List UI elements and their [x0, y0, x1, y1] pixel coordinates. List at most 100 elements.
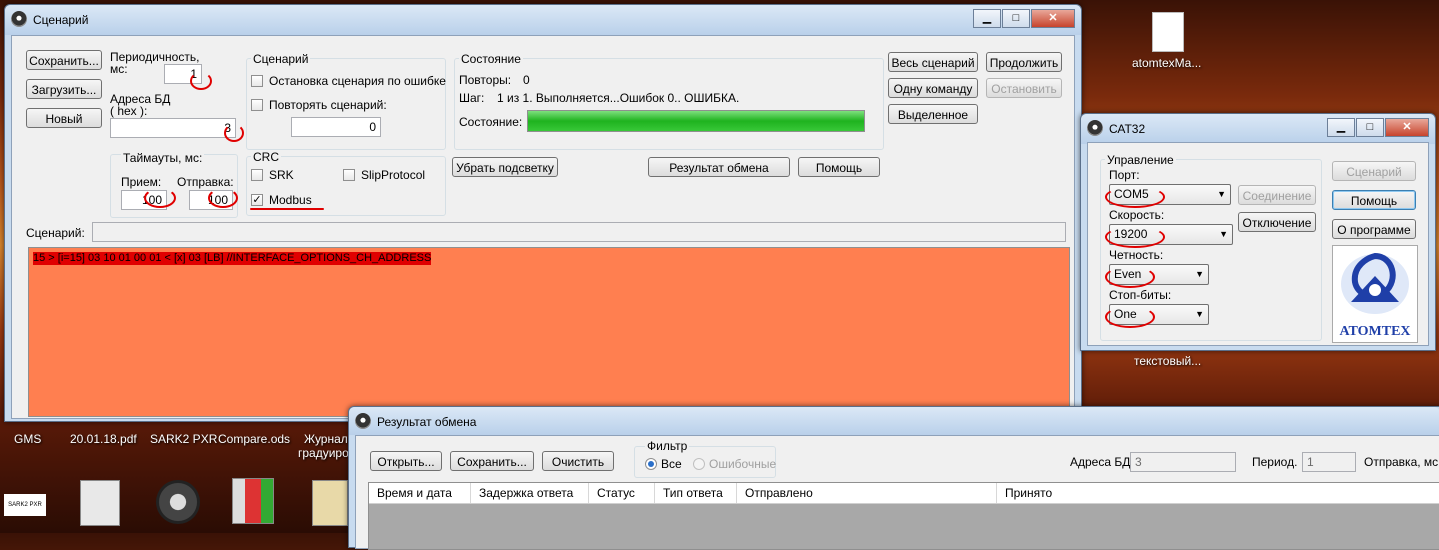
modbus-checkbox[interactable]: ✓ — [251, 194, 263, 206]
exchange-result-button[interactable]: Результат обмена — [648, 157, 790, 177]
scenario-titlebar[interactable]: Сценарий ▁ □ ✕ — [5, 5, 1081, 35]
result-save-button[interactable]: Сохранить... — [450, 451, 534, 471]
annotation-mark — [144, 188, 176, 208]
result-db-input[interactable]: 3 — [1130, 452, 1236, 472]
sat-help-button[interactable]: Помощь — [1332, 190, 1416, 210]
state-progress-bar — [527, 110, 865, 132]
annotation-mark — [208, 188, 238, 208]
repeat-input[interactable]: 0 — [291, 117, 381, 137]
logo-text: ATOMTEX — [1339, 324, 1411, 339]
modbus-label: Modbus — [269, 193, 312, 207]
help-button[interactable]: Помощь — [798, 157, 880, 177]
maximize-button[interactable]: □ — [1002, 9, 1030, 28]
atomtex-logo: ATOMTEX — [1332, 245, 1418, 343]
annotation-mark — [1105, 226, 1165, 248]
db-address-hex: ( hex ): — [110, 104, 148, 118]
window-title: Сценарий — [33, 13, 89, 27]
step-label: Шаг: — [459, 91, 485, 105]
desktop-file-label-2: текстовый... — [1134, 354, 1202, 368]
col-received[interactable]: Принято — [997, 483, 1397, 503]
filter-all-label: Все — [661, 457, 682, 471]
filter-errors-label: Ошибочные — [709, 457, 777, 471]
filter-errors-radio[interactable] — [693, 458, 705, 470]
all-scenario-button[interactable]: Весь сценарий — [888, 52, 978, 72]
sat32-window: САТ32 ▁ □ ✕ Управление Порт: COM5 ▼ Скоро… — [1080, 113, 1436, 351]
timeouts-group: Таймауты, мс: Прием: Отправка: 100 100 — [110, 151, 238, 218]
sat32-client: Управление Порт: COM5 ▼ Скорость: 19200 ▼ … — [1087, 142, 1429, 346]
scenario-client: Сохранить... Загрузить... Новый Периодич… — [11, 35, 1075, 419]
desktop-journal-icon[interactable] — [312, 480, 348, 526]
desktop-xls-icon[interactable] — [80, 480, 120, 526]
desktop-file-icon[interactable] — [1152, 12, 1184, 52]
close-button[interactable]: ✕ — [1031, 9, 1075, 28]
desktop-item-compare[interactable]: Compare.ods — [218, 432, 290, 446]
chevron-down-icon: ▼ — [1217, 189, 1226, 199]
window-title: САТ32 — [1109, 122, 1146, 136]
annotation-mark — [1105, 306, 1155, 328]
repeats-label: Повторы: — [459, 73, 512, 87]
crc-group: CRC SRK SlipProtocol ✓ Modbus — [246, 150, 446, 216]
clear-button[interactable]: Очистить — [542, 451, 614, 471]
db-address-input[interactable]: 3 — [110, 118, 236, 138]
close-button[interactable]: ✕ — [1385, 118, 1429, 137]
maximize-button[interactable]: □ — [1356, 118, 1384, 137]
result-window: Результат обмена Открыть... Сохранить...… — [348, 406, 1439, 550]
load-button[interactable]: Загрузить... — [26, 79, 102, 99]
scenario-options-group: Сценарий Остановка сценария по ошибке По… — [246, 52, 446, 150]
scenario-path-field[interactable] — [92, 222, 1066, 242]
minimize-button[interactable]: ▁ — [973, 9, 1001, 28]
desktop-item-sark[interactable]: SARK2 PXR — [150, 432, 217, 446]
save-button[interactable]: Сохранить... — [26, 50, 102, 70]
minimize-button[interactable]: ▁ — [1327, 118, 1355, 137]
sat-scenario-button[interactable]: Сценарий — [1332, 161, 1416, 181]
chevron-down-icon: ▼ — [1219, 229, 1228, 239]
srk-checkbox[interactable] — [251, 169, 263, 181]
script-editor[interactable]: 15 > [i=15] 03 10 01 00 01 < [x] 03 [LB]… — [28, 247, 1070, 417]
col-delay[interactable]: Задержка ответа — [471, 483, 589, 503]
thumb-text: SARK2 PXR — [8, 502, 42, 508]
period-input[interactable]: 1 — [1302, 452, 1356, 472]
col-status[interactable]: Статус — [589, 483, 655, 503]
script-line[interactable]: 15 > [i=15] 03 10 01 00 01 < [x] 03 [LB]… — [33, 252, 432, 265]
desktop-item-journal[interactable]: Журнал — [304, 432, 348, 446]
desktop-connection-icon[interactable] — [156, 480, 200, 524]
control-group-title: Управление — [1105, 153, 1176, 167]
open-button[interactable]: Открыть... — [370, 451, 442, 471]
desktop-item-pdf[interactable]: 20.01.18.pdf — [70, 432, 137, 446]
parity-label: Четность: — [1109, 248, 1164, 262]
repeats-value: 0 — [523, 73, 530, 87]
about-button[interactable]: О программе — [1332, 219, 1416, 239]
periodicity-unit: мс: — [110, 62, 128, 76]
col-time[interactable]: Время и дата — [369, 483, 471, 503]
filter-all-radio[interactable] — [645, 458, 657, 470]
connect-button[interactable]: Соединение — [1238, 185, 1316, 205]
selected-button[interactable]: Выделенное — [888, 104, 978, 124]
disconnect-button[interactable]: Отключение — [1238, 212, 1316, 232]
continue-button[interactable]: Продолжить — [986, 52, 1062, 72]
stop-on-error-checkbox[interactable] — [251, 75, 263, 87]
desktop-item-gms[interactable]: GMS — [14, 432, 41, 446]
result-table[interactable]: Время и дата Задержка ответа Статус Тип … — [368, 482, 1439, 550]
col-sent[interactable]: Отправлено — [737, 483, 997, 503]
annotation-mark — [1105, 266, 1155, 288]
col-type[interactable]: Тип ответа — [655, 483, 737, 503]
slip-checkbox[interactable] — [343, 169, 355, 181]
new-button[interactable]: Новый — [26, 108, 102, 128]
one-command-button[interactable]: Одну команду — [888, 78, 978, 98]
speed-label: Скорость: — [1109, 208, 1165, 222]
srk-label: SRK — [269, 168, 294, 182]
sat32-titlebar[interactable]: САТ32 ▁ □ ✕ — [1081, 114, 1435, 144]
remove-highlight-button[interactable]: Убрать подсветку — [452, 157, 558, 177]
window-title: Результат обмена — [377, 415, 477, 429]
scenario-label: Сценарий: — [26, 226, 85, 240]
desktop-thumb-image[interactable]: SARK2 PXR — [4, 494, 46, 516]
repeat-checkbox[interactable] — [251, 99, 263, 111]
desktop-item-grad[interactable]: градуиро — [298, 446, 349, 460]
annotation-mark — [224, 124, 244, 142]
desktop-file-label: atomtexMa... — [1132, 56, 1202, 70]
desktop-bdkg-icon[interactable] — [232, 478, 274, 524]
stop-button[interactable]: Остановить — [986, 78, 1062, 98]
result-titlebar[interactable]: Результат обмена — [349, 407, 1439, 435]
slip-label: SlipProtocol — [361, 168, 426, 182]
scenario-window: Сценарий ▁ □ ✕ Сохранить... Загрузить...… — [4, 4, 1082, 422]
